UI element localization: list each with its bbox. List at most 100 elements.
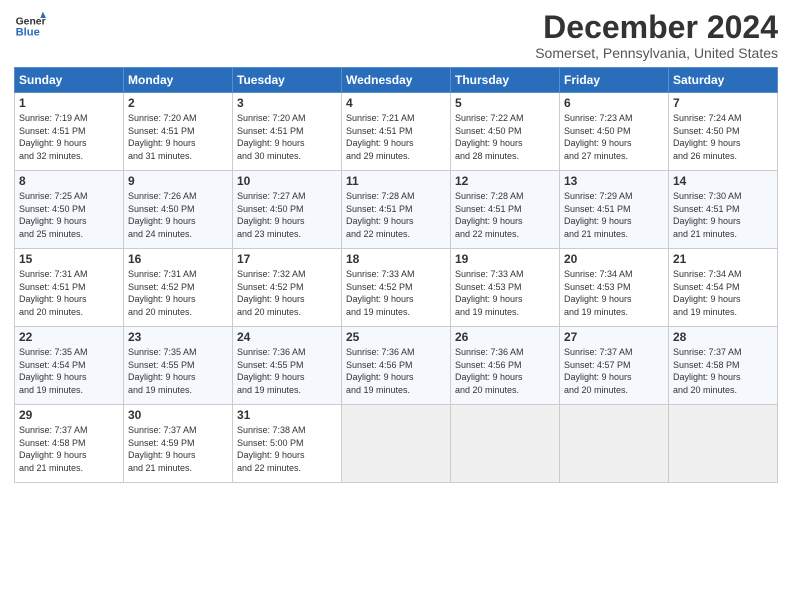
- day-number: 31: [237, 408, 337, 422]
- day-number: 29: [19, 408, 119, 422]
- day-info: Sunrise: 7:30 AM Sunset: 4:51 PM Dayligh…: [673, 190, 773, 240]
- calendar-week-5: 29 Sunrise: 7:37 AM Sunset: 4:58 PM Dayli…: [15, 405, 778, 483]
- day-number: 10: [237, 174, 337, 188]
- day-number: 20: [564, 252, 664, 266]
- day-number: 28: [673, 330, 773, 344]
- calendar-cell: 4 Sunrise: 7:21 AM Sunset: 4:51 PM Daylig…: [342, 93, 451, 171]
- calendar-cell: 31 Sunrise: 7:38 AM Sunset: 5:00 PM Dayli…: [233, 405, 342, 483]
- day-number: 16: [128, 252, 228, 266]
- day-number: 22: [19, 330, 119, 344]
- day-number: 26: [455, 330, 555, 344]
- calendar-cell: 2 Sunrise: 7:20 AM Sunset: 4:51 PM Daylig…: [124, 93, 233, 171]
- calendar-title: December 2024: [535, 10, 778, 45]
- day-info: Sunrise: 7:37 AM Sunset: 4:58 PM Dayligh…: [19, 424, 119, 474]
- day-number: 2: [128, 96, 228, 110]
- day-info: Sunrise: 7:29 AM Sunset: 4:51 PM Dayligh…: [564, 190, 664, 240]
- calendar-cell: 27 Sunrise: 7:37 AM Sunset: 4:57 PM Dayli…: [560, 327, 669, 405]
- day-header-friday: Friday: [560, 68, 669, 93]
- calendar-cell: 22 Sunrise: 7:35 AM Sunset: 4:54 PM Dayli…: [15, 327, 124, 405]
- calendar-cell: 23Sunrise: 7:35 AM Sunset: 4:55 PM Dayli…: [124, 327, 233, 405]
- calendar-cell: 20 Sunrise: 7:34 AM Sunset: 4:53 PM Dayli…: [560, 249, 669, 327]
- calendar-week-1: 1 Sunrise: 7:19 AM Sunset: 4:51 PM Daylig…: [15, 93, 778, 171]
- day-info: Sunrise: 7:22 AM Sunset: 4:50 PM Dayligh…: [455, 112, 555, 162]
- day-number: 24: [237, 330, 337, 344]
- day-number: 12: [455, 174, 555, 188]
- day-number: 17: [237, 252, 337, 266]
- day-number: 5: [455, 96, 555, 110]
- calendar-cell: 13 Sunrise: 7:29 AM Sunset: 4:51 PM Dayli…: [560, 171, 669, 249]
- calendar-cell: [560, 405, 669, 483]
- day-info: Sunrise: 7:26 AM Sunset: 4:50 PM Dayligh…: [128, 190, 228, 240]
- calendar-cell: 24 Sunrise: 7:36 AM Sunset: 4:55 PM Dayli…: [233, 327, 342, 405]
- day-info: Sunrise: 7:38 AM Sunset: 5:00 PM Dayligh…: [237, 424, 337, 474]
- calendar-cell: 25Sunrise: 7:36 AM Sunset: 4:56 PM Dayli…: [342, 327, 451, 405]
- calendar-cell: 10Sunrise: 7:27 AM Sunset: 4:50 PM Dayli…: [233, 171, 342, 249]
- day-info: Sunrise: 7:25 AM Sunset: 4:50 PM Dayligh…: [19, 190, 119, 240]
- day-info: Sunrise: 7:37 AM Sunset: 4:59 PM Dayligh…: [128, 424, 228, 474]
- calendar-cell: 30Sunrise: 7:37 AM Sunset: 4:59 PM Dayli…: [124, 405, 233, 483]
- day-info: Sunrise: 7:35 AM Sunset: 4:54 PM Dayligh…: [19, 346, 119, 396]
- calendar-cell: 1 Sunrise: 7:19 AM Sunset: 4:51 PM Daylig…: [15, 93, 124, 171]
- svg-text:Blue: Blue: [16, 27, 40, 39]
- day-info: Sunrise: 7:28 AM Sunset: 4:51 PM Dayligh…: [346, 190, 446, 240]
- day-info: Sunrise: 7:20 AM Sunset: 4:51 PM Dayligh…: [128, 112, 228, 162]
- calendar-cell: 19Sunrise: 7:33 AM Sunset: 4:53 PM Dayli…: [451, 249, 560, 327]
- day-number: 7: [673, 96, 773, 110]
- svg-text:General: General: [16, 16, 46, 27]
- calendar-container: General Blue December 2024 Somerset, Pen…: [0, 0, 792, 489]
- day-number: 6: [564, 96, 664, 110]
- calendar-cell: 3 Sunrise: 7:20 AM Sunset: 4:51 PM Daylig…: [233, 93, 342, 171]
- calendar-cell: 9 Sunrise: 7:26 AM Sunset: 4:50 PM Daylig…: [124, 171, 233, 249]
- day-info: Sunrise: 7:32 AM Sunset: 4:52 PM Dayligh…: [237, 268, 337, 318]
- day-info: Sunrise: 7:21 AM Sunset: 4:51 PM Dayligh…: [346, 112, 446, 162]
- day-number: 4: [346, 96, 446, 110]
- day-number: 3: [237, 96, 337, 110]
- day-info: Sunrise: 7:37 AM Sunset: 4:57 PM Dayligh…: [564, 346, 664, 396]
- calendar-cell: 28 Sunrise: 7:37 AM Sunset: 4:58 PM Dayli…: [669, 327, 778, 405]
- day-info: Sunrise: 7:34 AM Sunset: 4:53 PM Dayligh…: [564, 268, 664, 318]
- calendar-cell: 5 Sunrise: 7:22 AM Sunset: 4:50 PM Daylig…: [451, 93, 560, 171]
- day-info: Sunrise: 7:36 AM Sunset: 4:55 PM Dayligh…: [237, 346, 337, 396]
- day-header-sunday: Sunday: [15, 68, 124, 93]
- calendar-cell: 7 Sunrise: 7:24 AM Sunset: 4:50 PM Daylig…: [669, 93, 778, 171]
- calendar-cell: 6 Sunrise: 7:23 AM Sunset: 4:50 PM Daylig…: [560, 93, 669, 171]
- day-info: Sunrise: 7:20 AM Sunset: 4:51 PM Dayligh…: [237, 112, 337, 162]
- header-row-days: SundayMondayTuesdayWednesdayThursdayFrid…: [15, 68, 778, 93]
- day-number: 14: [673, 174, 773, 188]
- day-number: 8: [19, 174, 119, 188]
- day-number: 23: [128, 330, 228, 344]
- day-number: 1: [19, 96, 119, 110]
- day-number: 21: [673, 252, 773, 266]
- day-info: Sunrise: 7:36 AM Sunset: 4:56 PM Dayligh…: [346, 346, 446, 396]
- day-info: Sunrise: 7:28 AM Sunset: 4:51 PM Dayligh…: [455, 190, 555, 240]
- calendar-cell: 14 Sunrise: 7:30 AM Sunset: 4:51 PM Dayli…: [669, 171, 778, 249]
- calendar-cell: 26Sunrise: 7:36 AM Sunset: 4:56 PM Dayli…: [451, 327, 560, 405]
- day-info: Sunrise: 7:33 AM Sunset: 4:52 PM Dayligh…: [346, 268, 446, 318]
- calendar-cell: 17 Sunrise: 7:32 AM Sunset: 4:52 PM Dayli…: [233, 249, 342, 327]
- day-number: 15: [19, 252, 119, 266]
- day-info: Sunrise: 7:19 AM Sunset: 4:51 PM Dayligh…: [19, 112, 119, 162]
- day-info: Sunrise: 7:34 AM Sunset: 4:54 PM Dayligh…: [673, 268, 773, 318]
- day-info: Sunrise: 7:31 AM Sunset: 4:51 PM Dayligh…: [19, 268, 119, 318]
- day-info: Sunrise: 7:24 AM Sunset: 4:50 PM Dayligh…: [673, 112, 773, 162]
- day-number: 13: [564, 174, 664, 188]
- calendar-cell: 18Sunrise: 7:33 AM Sunset: 4:52 PM Dayli…: [342, 249, 451, 327]
- calendar-week-3: 15 Sunrise: 7:31 AM Sunset: 4:51 PM Dayli…: [15, 249, 778, 327]
- calendar-week-2: 8 Sunrise: 7:25 AM Sunset: 4:50 PM Daylig…: [15, 171, 778, 249]
- day-info: Sunrise: 7:23 AM Sunset: 4:50 PM Dayligh…: [564, 112, 664, 162]
- logo: General Blue: [14, 10, 46, 42]
- calendar-cell: 11Sunrise: 7:28 AM Sunset: 4:51 PM Dayli…: [342, 171, 451, 249]
- title-block: December 2024 Somerset, Pennsylvania, Un…: [535, 10, 778, 61]
- day-number: 19: [455, 252, 555, 266]
- day-number: 9: [128, 174, 228, 188]
- calendar-table: SundayMondayTuesdayWednesdayThursdayFrid…: [14, 67, 778, 483]
- day-number: 27: [564, 330, 664, 344]
- calendar-cell: [342, 405, 451, 483]
- day-info: Sunrise: 7:37 AM Sunset: 4:58 PM Dayligh…: [673, 346, 773, 396]
- calendar-subtitle: Somerset, Pennsylvania, United States: [535, 45, 778, 61]
- day-header-saturday: Saturday: [669, 68, 778, 93]
- logo-icon: General Blue: [14, 10, 46, 42]
- calendar-cell: [451, 405, 560, 483]
- calendar-week-4: 22 Sunrise: 7:35 AM Sunset: 4:54 PM Dayli…: [15, 327, 778, 405]
- calendar-cell: 21 Sunrise: 7:34 AM Sunset: 4:54 PM Dayli…: [669, 249, 778, 327]
